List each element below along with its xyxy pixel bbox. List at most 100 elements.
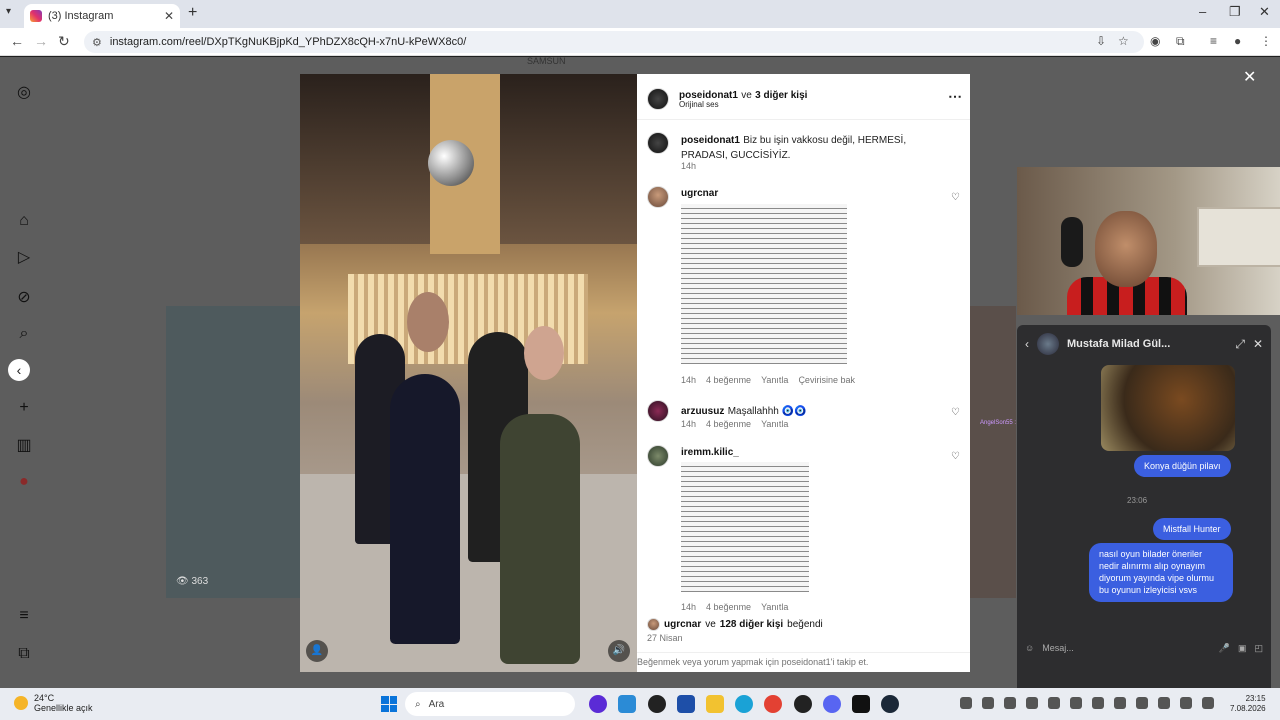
window-close-icon[interactable]: ✕ [1259, 4, 1270, 20]
coauthors-link[interactable]: 3 diğer kişi [755, 90, 807, 101]
tray-icon[interactable] [1092, 697, 1104, 709]
dashboard-icon[interactable]: ▥ [15, 437, 33, 455]
install-icon[interactable]: ⇩ [1096, 34, 1106, 48]
explore-icon[interactable]: ⊘ [15, 289, 33, 307]
profile-avatar-icon[interactable]: ● [1234, 34, 1241, 48]
start-icon[interactable] [381, 696, 397, 712]
tray-icon[interactable] [1180, 697, 1192, 709]
close-reel-icon[interactable]: ✕ [1243, 67, 1256, 87]
instagram-logo-icon[interactable]: ◎ [15, 84, 33, 102]
tray-icon[interactable] [1070, 697, 1082, 709]
audio-label[interactable]: Orijinal ses [679, 100, 719, 109]
comment-avatar[interactable] [647, 445, 669, 467]
create-icon[interactable]: + [15, 399, 33, 417]
new-tab-icon[interactable]: + [188, 4, 197, 22]
expand-icon[interactable]: ⤢ [1235, 337, 1245, 352]
chat-back-icon[interactable]: ‹ [1025, 337, 1029, 351]
liked-others[interactable]: 128 diğer kişi [720, 619, 783, 630]
taskbar-clock[interactable]: 23:15 7.08.2026 [1230, 694, 1266, 715]
image-icon[interactable]: ▣ [1238, 643, 1247, 654]
tray-icon[interactable] [1048, 697, 1060, 709]
edge-icon[interactable] [735, 695, 753, 713]
more-menu-icon[interactable]: ≡ [15, 607, 33, 625]
weather-widget[interactable]: 24°C Genellikle açık [14, 693, 93, 714]
app-icon[interactable] [648, 695, 666, 713]
reply-button[interactable]: Yanıtla [761, 419, 788, 429]
comment-avatar[interactable] [647, 400, 669, 422]
reel-video[interactable]: 👤 🔊 [300, 74, 637, 672]
chrome-icon[interactable] [764, 695, 782, 713]
file-explorer-icon[interactable] [706, 695, 724, 713]
heart-icon[interactable]: ♡ [951, 192, 960, 203]
comment-likes[interactable]: 4 beğenme [706, 419, 751, 429]
comment-likes[interactable]: 4 beğenme [706, 375, 751, 385]
url-text[interactable]: instagram.com/reel/DXpTKgNuKBjpKd_YPhDZX… [110, 36, 466, 48]
liker-name[interactable]: ugrcnar [664, 619, 701, 630]
mic-icon[interactable]: 🎤 [1219, 643, 1230, 654]
heart-icon[interactable]: ♡ [951, 407, 960, 418]
apps-icon[interactable]: ⧉ [15, 645, 33, 663]
bookmark-star-icon[interactable]: ☆ [1118, 34, 1129, 48]
tray-icon[interactable] [1136, 697, 1148, 709]
comment-user[interactable]: ugrcnar [681, 188, 718, 199]
reply-button[interactable]: Yanıtla [761, 602, 788, 612]
previous-arrow-icon[interactable]: ‹ [8, 359, 30, 381]
back-icon[interactable]: ← [10, 33, 24, 49]
tray-icon[interactable] [1158, 697, 1170, 709]
browser-tab[interactable]: (3) Instagram ✕ [24, 4, 180, 28]
comment-image[interactable] [681, 204, 847, 364]
profile-icon[interactable]: ● [15, 473, 33, 491]
message-input[interactable]: Mesaj... [1042, 643, 1211, 653]
translate-button[interactable]: Çevirisine bak [798, 375, 855, 385]
reply-button[interactable]: Yanıtla [761, 375, 788, 385]
home-icon[interactable]: ⌂ [15, 212, 33, 230]
steam-icon[interactable] [881, 695, 899, 713]
comment-image[interactable] [681, 462, 809, 592]
minimize-icon[interactable]: – [1199, 4, 1206, 19]
background-reel-right[interactable] [970, 306, 1016, 598]
site-info-icon[interactable]: ⚙ [92, 36, 102, 49]
volume-icon[interactable]: 🔊 [608, 640, 630, 662]
comment-likes[interactable]: 4 beğenme [706, 602, 751, 612]
media-icon[interactable]: ≡ [1210, 34, 1217, 48]
tray-icon[interactable] [1026, 697, 1038, 709]
app-icon[interactable] [618, 695, 636, 713]
caption-avatar[interactable] [647, 132, 669, 154]
taskbar-search[interactable]: ⌕ Ara [405, 692, 575, 716]
extension-color-icon[interactable]: ◉ [1150, 34, 1160, 48]
tagged-user-icon[interactable]: 👤 [306, 640, 328, 662]
caption-author[interactable]: poseidonat1 [681, 135, 740, 146]
chat-close-icon[interactable]: ✕ [1253, 337, 1263, 351]
search-icon[interactable]: ⌕ [15, 325, 33, 343]
menu-dots-icon[interactable]: ⋮ [1260, 34, 1272, 48]
sticker-icon[interactable]: ◰ [1254, 643, 1263, 654]
url-box[interactable]: ⚙ instagram.com/reel/DXpTKgNuKBjpKd_YPhD… [84, 31, 1144, 53]
comment-user[interactable]: arzuusuz [681, 406, 724, 417]
reload-icon[interactable]: ↻ [58, 33, 70, 50]
tray-icon[interactable] [960, 697, 972, 709]
tray-icon[interactable] [1114, 697, 1126, 709]
chat-name[interactable]: Mustafa Milad Gül... [1067, 338, 1227, 350]
reels-icon[interactable]: ▷ [15, 249, 33, 267]
extensions-icon[interactable]: ⧉ [1176, 34, 1185, 49]
tray-icon[interactable] [1004, 697, 1016, 709]
tray-icon[interactable] [1202, 697, 1214, 709]
tab-search-icon[interactable]: ▾ [6, 6, 11, 17]
comment-user[interactable]: iremm.kilic_ [681, 447, 739, 458]
app-icon[interactable] [589, 695, 607, 713]
restore-icon[interactable]: ❐ [1229, 4, 1241, 20]
comment-avatar[interactable] [647, 186, 669, 208]
emoji-icon[interactable]: ☺ [1025, 643, 1034, 653]
more-options-icon[interactable]: ⋯ [948, 88, 962, 105]
author-avatar[interactable] [647, 88, 669, 110]
app-icon[interactable] [794, 695, 812, 713]
chat-avatar[interactable] [1037, 333, 1059, 355]
discord-icon[interactable] [823, 695, 841, 713]
chat-food-image[interactable] [1101, 365, 1235, 451]
epic-games-icon[interactable] [852, 695, 870, 713]
tray-icon[interactable] [982, 697, 994, 709]
app-icon[interactable] [677, 695, 695, 713]
background-reel-left[interactable] [166, 306, 300, 598]
forward-icon[interactable]: → [34, 33, 48, 49]
tab-close-icon[interactable]: ✕ [164, 9, 174, 23]
